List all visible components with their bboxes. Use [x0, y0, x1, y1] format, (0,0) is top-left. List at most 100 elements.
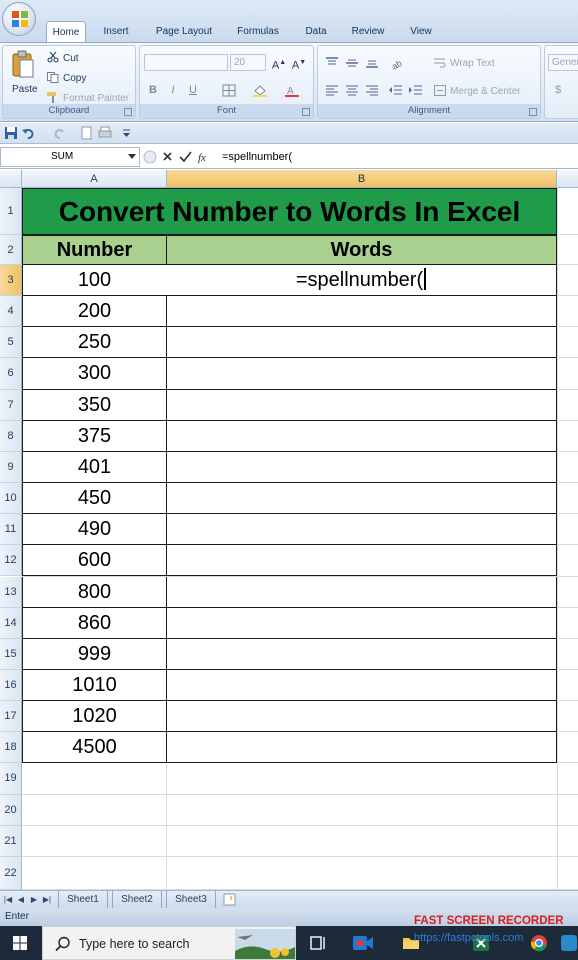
- shrink-font-icon[interactable]: A▼: [290, 54, 308, 72]
- number-cell[interactable]: 350: [22, 389, 167, 421]
- words-cell[interactable]: [166, 451, 557, 484]
- words-cell[interactable]: [166, 514, 557, 546]
- row-header-6[interactable]: 6: [0, 358, 22, 390]
- paste-icon[interactable]: [11, 50, 35, 80]
- increase-indent-icon[interactable]: [408, 84, 424, 97]
- words-cell[interactable]: [166, 638, 557, 670]
- clipboard-launcher-icon[interactable]: [124, 108, 132, 116]
- name-box-dropdown-icon[interactable]: [128, 154, 136, 159]
- align-center-icon[interactable]: [344, 84, 360, 97]
- words-cell[interactable]: [166, 607, 557, 639]
- decrease-indent-icon[interactable]: [388, 84, 404, 97]
- paste-button[interactable]: Paste: [12, 84, 38, 95]
- row-header-2[interactable]: 2: [0, 235, 22, 265]
- undo-icon[interactable]: [22, 126, 36, 140]
- number-cell[interactable]: 1020: [22, 701, 167, 733]
- quick-print-icon[interactable]: [98, 126, 112, 140]
- number-cell[interactable]: 490: [22, 514, 167, 546]
- row-header-1[interactable]: 1: [0, 188, 22, 235]
- align-top-icon[interactable]: [324, 56, 340, 69]
- title-cell[interactable]: Convert Number to Words In Excel: [22, 188, 557, 235]
- recorder-app-icon[interactable]: [352, 932, 374, 954]
- windows-start-icon[interactable]: [13, 936, 27, 950]
- format-painter-button[interactable]: Format Painter: [47, 92, 129, 104]
- row-header-7[interactable]: 7: [0, 389, 22, 421]
- insert-sheet-icon[interactable]: [222, 893, 238, 906]
- save-icon[interactable]: [4, 126, 18, 140]
- row-header-11[interactable]: 11: [0, 514, 22, 546]
- number-cell[interactable]: 1010: [22, 669, 167, 702]
- alignment-launcher-icon[interactable]: [529, 108, 537, 116]
- currency-button[interactable]: $: [549, 82, 567, 99]
- number-cell[interactable]: 100: [22, 265, 167, 297]
- last-sheet-icon[interactable]: ▶|: [42, 894, 52, 905]
- ribbon-tab-review[interactable]: Review: [344, 21, 392, 42]
- number-cell[interactable]: 401: [22, 451, 167, 484]
- words-cell[interactable]: [166, 358, 557, 390]
- row-header-8[interactable]: 8: [0, 420, 22, 452]
- number-header-cell[interactable]: Number: [22, 235, 167, 265]
- font-launcher-icon[interactable]: [302, 108, 310, 116]
- copy-button[interactable]: Copy: [47, 72, 86, 84]
- words-cell[interactable]: [166, 420, 557, 452]
- redo-icon[interactable]: [52, 126, 66, 140]
- chrome-icon[interactable]: [530, 934, 548, 952]
- sheet-tab-1[interactable]: Sheet1: [58, 891, 108, 908]
- orientation-icon[interactable]: ab: [390, 56, 406, 69]
- row-header-12[interactable]: 12: [0, 545, 22, 577]
- number-cell[interactable]: 450: [22, 483, 167, 515]
- customize-toolbar-icon[interactable]: [120, 126, 134, 140]
- name-box[interactable]: SUM: [0, 147, 140, 167]
- words-cell[interactable]: [166, 483, 557, 515]
- task-view-icon[interactable]: [310, 934, 328, 952]
- insert-function-icon[interactable]: fx: [198, 152, 206, 164]
- ribbon-tab-view[interactable]: View: [402, 21, 440, 42]
- print-preview-icon[interactable]: [80, 126, 94, 140]
- number-cell[interactable]: 999: [22, 638, 167, 670]
- row-header-3[interactable]: 3: [0, 265, 22, 297]
- bold-button[interactable]: B: [144, 82, 162, 99]
- row-header-16[interactable]: 16: [0, 669, 22, 702]
- row-header-10[interactable]: 10: [0, 483, 22, 515]
- app-taskbar-icon[interactable]: [560, 934, 578, 952]
- number-cell[interactable]: 200: [22, 296, 167, 328]
- align-right-icon[interactable]: [364, 84, 380, 97]
- sheet-tab-3[interactable]: Sheet3: [166, 891, 216, 908]
- font-name-select[interactable]: [144, 54, 228, 71]
- fill-color-icon[interactable]: [252, 84, 268, 97]
- font-size-select[interactable]: 20: [230, 54, 266, 71]
- number-cell[interactable]: 300: [22, 358, 167, 390]
- row-header-14[interactable]: 14: [0, 607, 22, 639]
- ribbon-tab-data[interactable]: Data: [296, 21, 336, 42]
- underline-button[interactable]: U: [184, 82, 202, 99]
- select-all-corner[interactable]: [0, 170, 22, 188]
- sheet-tab-2[interactable]: Sheet2: [112, 891, 162, 908]
- row-header-5[interactable]: 5: [0, 327, 22, 359]
- row-header-22[interactable]: 22: [0, 856, 22, 890]
- align-left-icon[interactable]: [324, 84, 340, 97]
- words-cell[interactable]: [166, 545, 557, 577]
- ribbon-tab-page-layout[interactable]: Page Layout: [148, 21, 220, 42]
- cut-button[interactable]: Cut: [47, 52, 79, 64]
- number-cell[interactable]: 600: [22, 545, 167, 577]
- number-format-select[interactable]: Gener: [548, 54, 578, 71]
- row-header-19[interactable]: 19: [0, 763, 22, 795]
- office-button[interactable]: [2, 2, 36, 36]
- formula-input[interactable]: =spellnumber(: [222, 151, 292, 163]
- first-sheet-icon[interactable]: |◀: [3, 894, 13, 905]
- words-cell[interactable]: [166, 701, 557, 733]
- number-cell[interactable]: 250: [22, 327, 167, 359]
- grow-font-icon[interactable]: A▲: [270, 54, 288, 72]
- align-middle-icon[interactable]: [344, 56, 360, 69]
- column-header-a[interactable]: A: [22, 170, 167, 188]
- number-cell[interactable]: 4500: [22, 732, 167, 764]
- italic-button[interactable]: I: [164, 82, 182, 99]
- number-cell[interactable]: 860: [22, 607, 167, 639]
- wrap-text-button[interactable]: Wrap Text: [434, 57, 495, 69]
- taskbar-search-box[interactable]: Type here to search: [42, 926, 296, 960]
- words-cell[interactable]: [166, 732, 557, 764]
- cancel-icon[interactable]: [163, 152, 172, 161]
- enter-check-icon[interactable]: [179, 151, 192, 163]
- row-header-15[interactable]: 15: [0, 638, 22, 670]
- font-color-icon[interactable]: A: [284, 84, 300, 97]
